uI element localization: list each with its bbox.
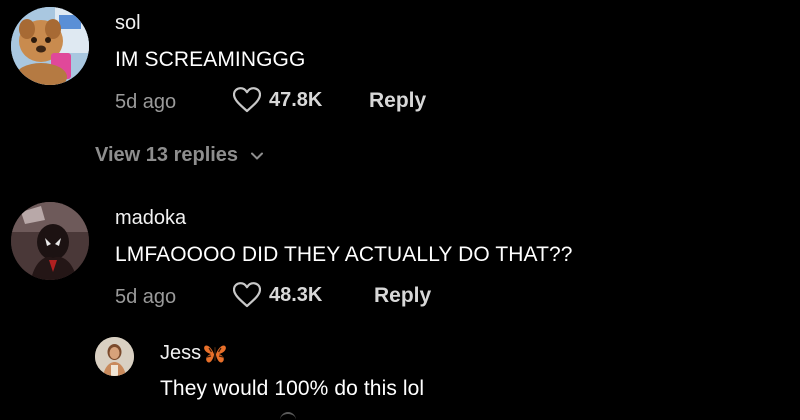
comment-text: IM SCREAMINGGG — [115, 48, 306, 71]
comment-item: madoka LMFAOOOO DID THEY ACTUALLY DO THA… — [0, 195, 800, 325]
comment-age: 5d ago — [115, 286, 177, 308]
comment-item: sol IM SCREAMINGGG 5d ago 47.8K Reply Vi… — [0, 0, 800, 190]
avatar[interactable] — [11, 202, 89, 280]
like-button[interactable]: 48.3K — [233, 282, 322, 308]
reply-item: Jess They would 100% do this lol — [0, 330, 800, 418]
comment-text: LMFAOOOO DID THEY ACTUALLY DO THAT?? — [115, 243, 573, 266]
reply-meta-partial — [280, 412, 296, 420]
comment-username[interactable]: sol — [115, 12, 141, 35]
reply-button[interactable]: Reply — [369, 89, 426, 113]
comment-age: 5d ago — [115, 91, 177, 113]
avatar-image — [95, 337, 134, 376]
avatar-image — [11, 7, 89, 85]
comment-username[interactable]: madoka — [115, 207, 186, 230]
butterfly-icon — [204, 344, 227, 363]
heart-icon — [233, 282, 261, 308]
avatar[interactable] — [95, 337, 134, 376]
view-replies-label: View 13 replies — [95, 144, 239, 166]
reply-button[interactable]: Reply — [374, 284, 431, 308]
like-count: 47.8K — [269, 88, 323, 111]
avatar-image — [11, 202, 89, 280]
reply-username: Jess — [160, 342, 202, 364]
reply-username-row[interactable]: Jess — [160, 342, 227, 365]
like-button[interactable]: 47.8K — [233, 87, 322, 113]
avatar[interactable] — [11, 7, 89, 85]
view-replies-button[interactable]: View 13 replies — [95, 144, 264, 167]
like-count: 48.3K — [269, 283, 323, 306]
reply-text: They would 100% do this lol — [160, 377, 425, 400]
heart-icon — [233, 87, 261, 113]
chevron-down-icon — [251, 152, 264, 159]
